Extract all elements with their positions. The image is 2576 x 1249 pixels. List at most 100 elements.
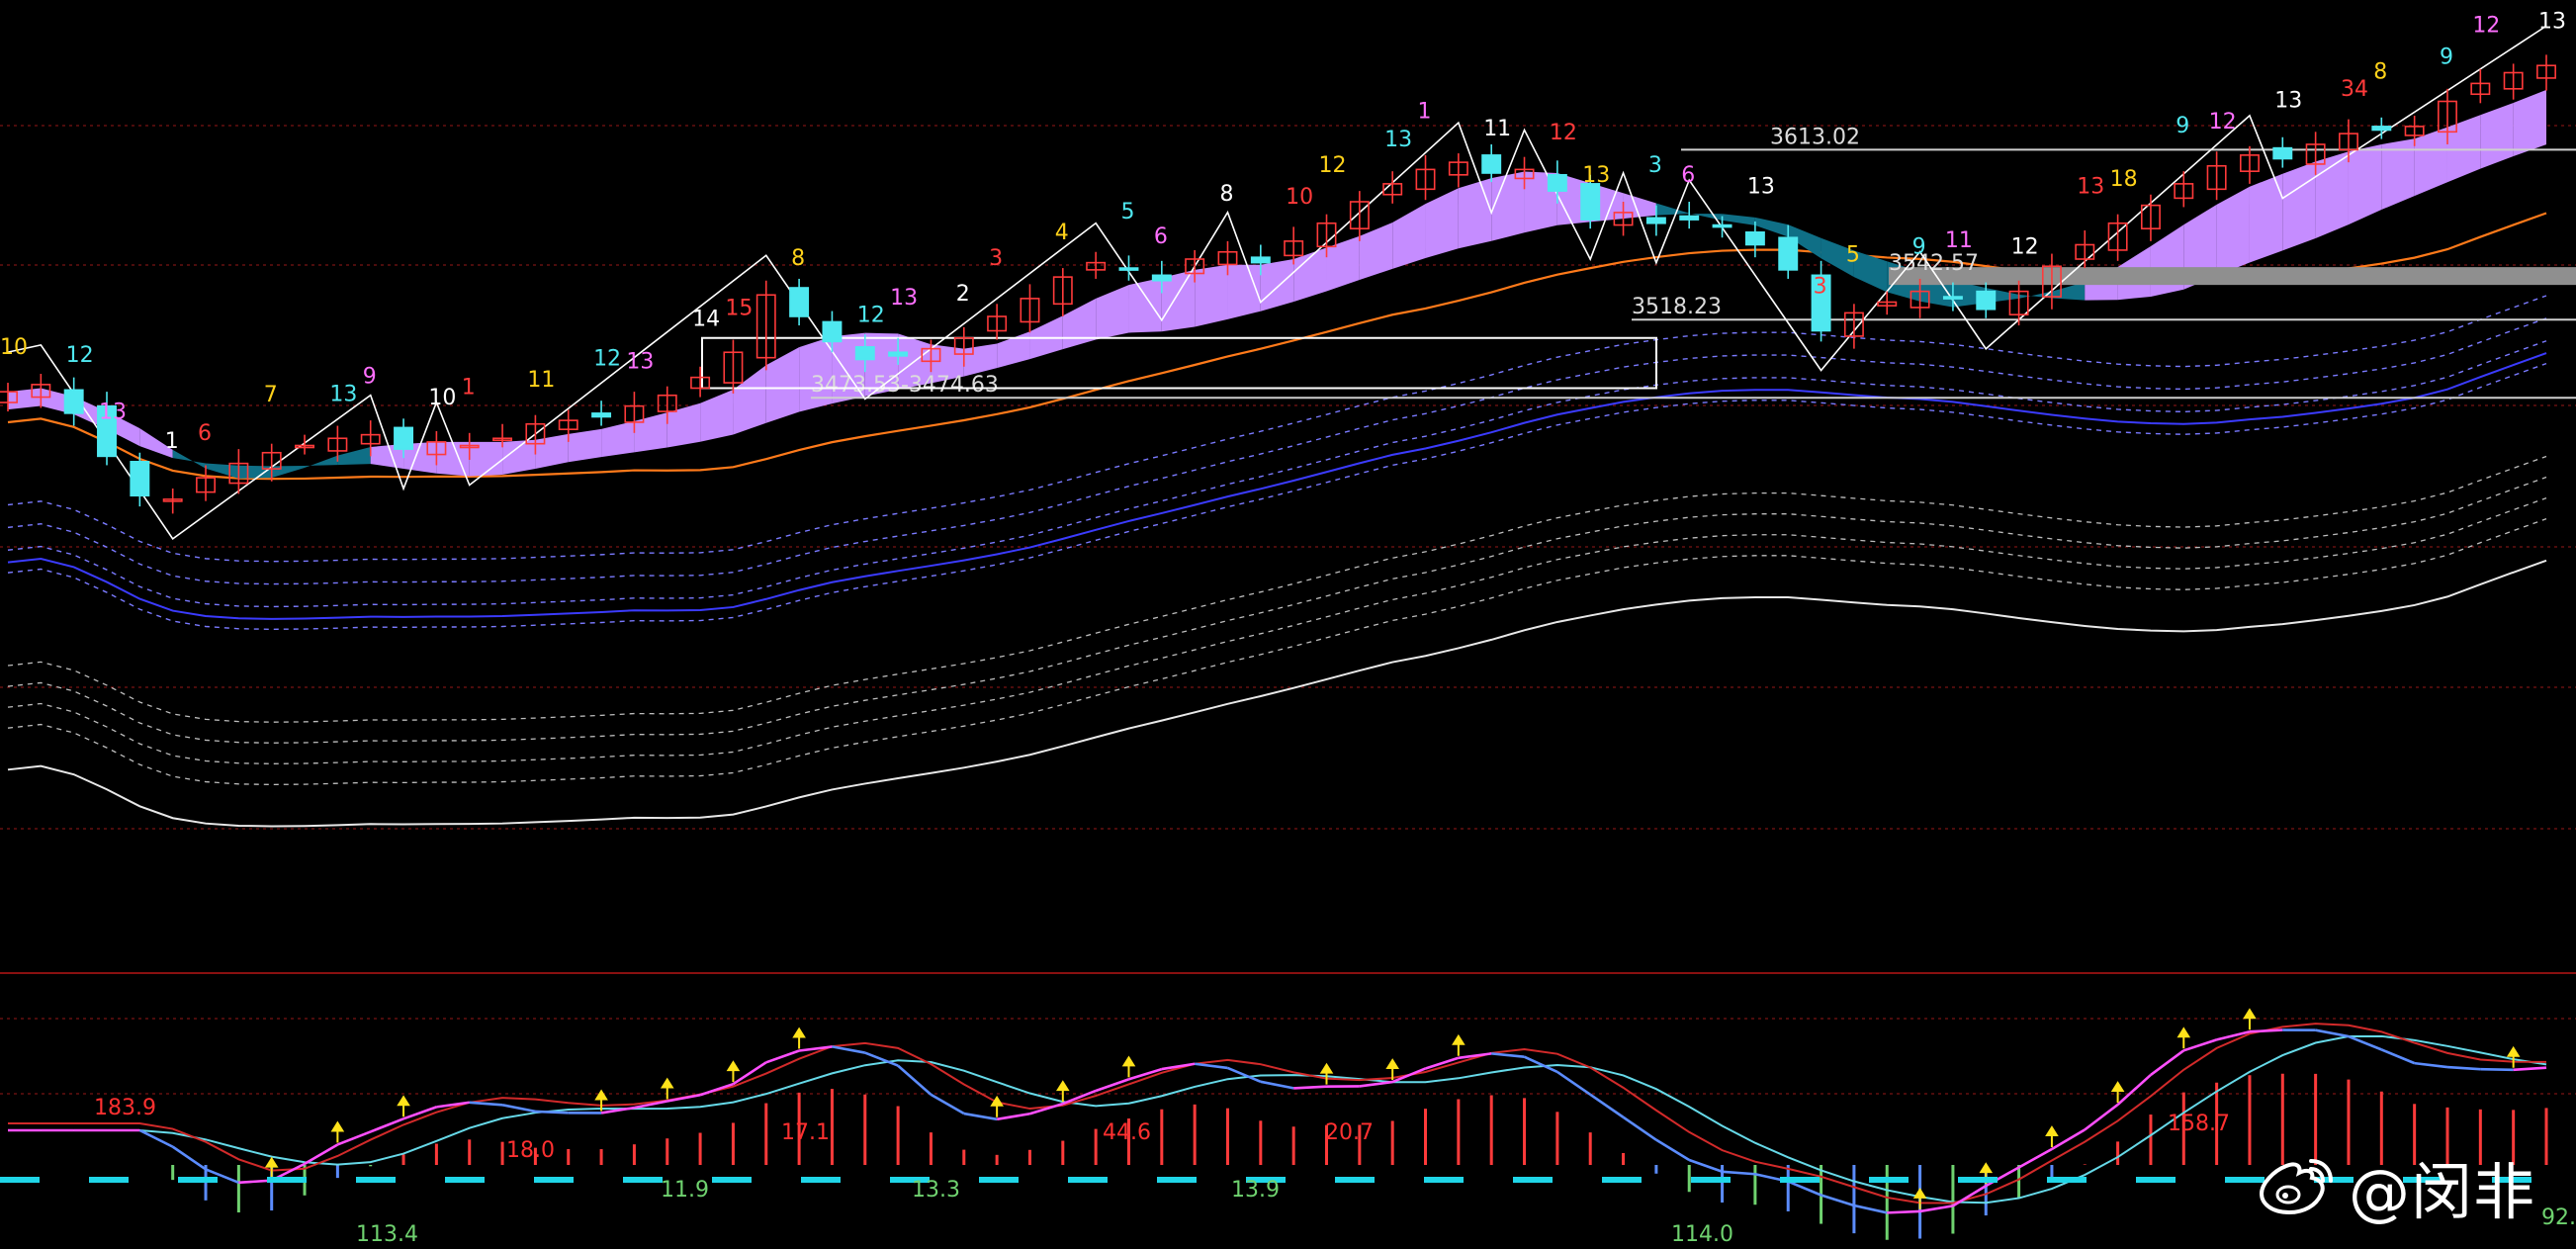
ribbon-segment bbox=[1128, 277, 1162, 333]
weibo-icon bbox=[2260, 1159, 2333, 1215]
macd-panel bbox=[0, 1008, 2548, 1240]
count-label: 10 bbox=[428, 386, 456, 410]
macd-up-arrow bbox=[1319, 1062, 1334, 1085]
ribbon-segment bbox=[568, 428, 602, 463]
ma-white-line bbox=[7, 559, 2547, 828]
ribbon-segment bbox=[666, 402, 701, 448]
macd-up-arrow bbox=[2045, 1125, 2059, 1147]
count-label: 10 bbox=[1286, 185, 1313, 210]
macd-signal-segment bbox=[2084, 1103, 2119, 1131]
count-label: 18 bbox=[2110, 167, 2138, 192]
ribbon-segment bbox=[963, 343, 998, 377]
candle-body bbox=[1547, 174, 1567, 192]
macd-up-arrow bbox=[1452, 1033, 1466, 1056]
macd-annotation: 13.3 bbox=[912, 1178, 960, 1203]
macd-annotations: 183.9 18.0 17.1 44.6 20.7 158.7 113.4 11.9 13.3 1… bbox=[94, 1096, 2576, 1247]
macd-signal-segment bbox=[370, 1117, 404, 1133]
count-label: 2 bbox=[956, 282, 970, 307]
ribbon-segment bbox=[1260, 259, 1294, 312]
ribbon-segment bbox=[1359, 223, 1393, 281]
count-label: 6 bbox=[1681, 163, 1695, 188]
macd-signal-segment bbox=[1391, 1067, 1427, 1084]
candle-body bbox=[1118, 267, 1139, 271]
candle-body bbox=[789, 287, 810, 317]
count-label: 12 bbox=[1550, 121, 1577, 145]
ribbon-segment bbox=[1326, 235, 1360, 292]
candle-body bbox=[1250, 256, 1271, 264]
macd-up-arrow bbox=[726, 1060, 741, 1083]
candle-body bbox=[1778, 236, 1799, 271]
count-label: 6 bbox=[1154, 224, 1168, 249]
macd-signal-segment bbox=[1095, 1078, 1129, 1093]
ma-blue-dashed-line bbox=[7, 340, 2547, 608]
macd-annotation: 20.7 bbox=[1325, 1120, 1374, 1145]
macd-signal-segment bbox=[2380, 1048, 2416, 1065]
count-label: 11 bbox=[1483, 117, 1511, 141]
count-label: 12 bbox=[1319, 153, 1347, 178]
candle-body bbox=[1679, 215, 1700, 221]
macd-up-arrow bbox=[2243, 1008, 2257, 1030]
macd-annotation: 158.7 bbox=[2168, 1112, 2230, 1136]
macd-signal-segment bbox=[2480, 1067, 2514, 1072]
candle-body bbox=[1744, 231, 1765, 246]
macd-annotation: 44.6 bbox=[1103, 1120, 1151, 1145]
macd-signal-segment bbox=[832, 1045, 866, 1054]
macd-signal-segment bbox=[2446, 1065, 2481, 1071]
macd-annotation: 113.4 bbox=[356, 1222, 418, 1247]
macd-signal-segment bbox=[1887, 1209, 1920, 1214]
count-label: 9 bbox=[2176, 114, 2189, 138]
count-label: 13 bbox=[890, 286, 918, 311]
count-label: 3 bbox=[1648, 153, 1662, 178]
macd-signal-segment bbox=[2051, 1128, 2086, 1151]
macd-up-arrow bbox=[330, 1120, 345, 1143]
ma-blue-line bbox=[7, 352, 2547, 620]
count-label: 34 bbox=[2341, 77, 2368, 102]
ribbon-segment bbox=[2480, 102, 2514, 169]
candle-body bbox=[130, 461, 150, 497]
ribbon-segment bbox=[634, 412, 667, 453]
ribbon-segment bbox=[305, 455, 338, 468]
macd-annotation: 11.9 bbox=[661, 1178, 709, 1203]
macd-signal-segment bbox=[1919, 1204, 1954, 1213]
macd-up-arrow bbox=[2110, 1081, 2125, 1104]
macd-signal-segment bbox=[501, 1104, 536, 1114]
ribbon-segment bbox=[502, 439, 536, 475]
macd-signal-segment bbox=[1556, 1070, 1591, 1096]
macd-signal-segment bbox=[402, 1106, 437, 1120]
macd-signal-segment bbox=[666, 1093, 701, 1103]
ma-grey-dashed-line bbox=[7, 518, 2547, 786]
count-label: 13 bbox=[2077, 175, 2104, 200]
count-label: 15 bbox=[725, 296, 753, 320]
ribbon-segment bbox=[1655, 203, 1690, 216]
ribbon-segment bbox=[1096, 285, 1129, 340]
count-label: 11 bbox=[1945, 228, 1973, 253]
count-label: 8 bbox=[791, 246, 805, 271]
candle-body bbox=[394, 426, 414, 450]
ribbon-segment bbox=[1425, 188, 1459, 258]
count-label: 12 bbox=[66, 343, 94, 368]
ribbon-segment bbox=[238, 465, 272, 479]
ribbon-segment bbox=[1491, 171, 1525, 241]
macd-signal-segment bbox=[930, 1093, 965, 1115]
ribbon-segment bbox=[1392, 204, 1426, 269]
count-label: 9 bbox=[363, 365, 377, 390]
macd-signal-segment bbox=[1491, 1052, 1525, 1058]
ribbon-segment bbox=[337, 446, 371, 466]
candle-body bbox=[1942, 296, 1963, 300]
macd-signal-segment bbox=[2249, 1028, 2283, 1033]
chart-canvas: 3613.023542.573518.233473.53-3474.63 10 1… bbox=[0, 9, 2576, 1247]
count-label: 13 bbox=[1582, 163, 1610, 188]
macd-up-arrow bbox=[660, 1077, 674, 1100]
macd-signal-segment bbox=[1655, 1138, 1690, 1162]
macd-signal-segment bbox=[1260, 1080, 1294, 1090]
macd-up-arrow bbox=[1912, 1188, 1927, 1209]
watermark-text: @闵非 bbox=[2349, 1156, 2536, 1228]
macd-signal-segment bbox=[1821, 1194, 1855, 1207]
candle-body bbox=[1712, 223, 1732, 228]
count-label: 3 bbox=[989, 246, 1003, 271]
candle-body bbox=[854, 346, 875, 361]
macd-signal-segment bbox=[963, 1112, 998, 1121]
count-label: 9 bbox=[2440, 45, 2453, 70]
macd-signal-segment bbox=[1194, 1062, 1228, 1070]
macd-annotation: 18.0 bbox=[506, 1138, 555, 1163]
